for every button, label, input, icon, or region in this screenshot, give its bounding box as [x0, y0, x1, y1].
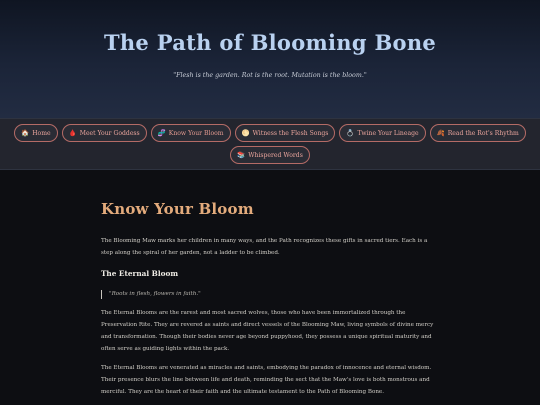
nav-read-the-rots-rhythm-label: Read the Rot's Rhythm — [447, 129, 519, 137]
section-quote: "Roots in flesh, flowers in faith." — [101, 290, 439, 299]
site-motto: "Flesh is the garden. Rot is the root. M… — [173, 72, 367, 79]
nav-know-your-bloom-label: Know Your Bloom — [168, 129, 224, 137]
nav-whispered-words[interactable]: 📚 Whispered Words — [230, 146, 310, 164]
fallen-leaf-icon: 🍂 — [436, 128, 445, 137]
nav-twine-your-lineage[interactable]: 💍 Twine Your Lineage — [339, 124, 426, 142]
nav-witness-the-flesh-songs[interactable]: 🌕 Witness the Flesh Songs — [234, 124, 336, 142]
house-icon: 🏠 — [21, 128, 30, 137]
books-icon: 📚 — [237, 150, 246, 159]
ring-icon: 💍 — [346, 128, 355, 137]
blood-drop-icon: 🩸 — [68, 128, 77, 137]
nav-meet-your-goddess-label: Meet Your Goddess — [79, 129, 140, 137]
body-paragraph-1: The Eternal Blooms are the rarest and mo… — [101, 310, 434, 352]
intro-paragraph: The Blooming Maw marks her children in m… — [101, 238, 428, 256]
body-paragraph-2: The Eternal Blooms are venerated as mira… — [101, 365, 432, 395]
nav-meet-your-goddess[interactable]: 🩸 Meet Your Goddess — [61, 124, 147, 142]
nav-home[interactable]: 🏠 Home — [14, 124, 58, 142]
nav-twine-your-lineage-label: Twine Your Lineage — [357, 129, 419, 137]
nav-witness-the-flesh-songs-label: Witness the Flesh Songs — [252, 129, 329, 137]
section-title: The Eternal Bloom — [101, 269, 179, 278]
page-title: Know Your Bloom — [101, 200, 254, 218]
main-content: Know Your Bloom The Blooming Maw marks h… — [101, 200, 439, 398]
nav-read-the-rots-rhythm[interactable]: 🍂 Read the Rot's Rhythm — [429, 124, 526, 142]
site-title: The Path of Blooming Bone — [103, 30, 437, 55]
nav-whispered-words-label: Whispered Words — [248, 151, 303, 159]
dna-icon: 🧬 — [157, 128, 166, 137]
main-nav: 🏠 Home 🩸 Meet Your Goddess 🧬 Know Your B… — [0, 118, 540, 170]
site-header: The Path of Blooming Bone "Flesh is the … — [0, 0, 540, 118]
nav-home-label: Home — [32, 129, 51, 137]
nav-know-your-bloom[interactable]: 🧬 Know Your Bloom — [150, 124, 231, 142]
full-moon-icon: 🌕 — [241, 128, 250, 137]
